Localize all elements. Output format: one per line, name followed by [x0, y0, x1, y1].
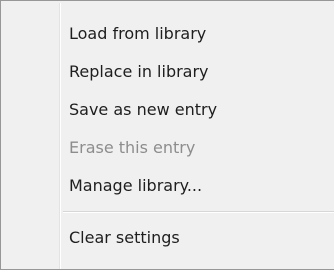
menu-item-label: Erase this entry — [69, 138, 196, 157]
menu-item-replace-in-library[interactable]: Replace in library — [3, 53, 334, 91]
menu-item-label: Replace in library — [69, 62, 209, 81]
menu-item-label: Load from library — [69, 24, 207, 43]
menu-item-erase-this-entry: Erase this entry — [3, 129, 334, 167]
menu-item-label: Clear settings — [69, 228, 180, 247]
menu-item-label: Manage library... — [69, 176, 203, 195]
menu-item-label: Save as new entry — [69, 100, 218, 119]
menu-item-save-as-new-entry[interactable]: Save as new entry — [3, 91, 334, 129]
menu-item-clear-settings[interactable]: Clear settings — [3, 219, 334, 257]
context-menu: Load from library Replace in library Sav… — [0, 0, 334, 270]
menu-separator — [63, 211, 334, 213]
menu-item-load-from-library[interactable]: Load from library — [3, 15, 334, 53]
menu-item-manage-library[interactable]: Manage library... — [3, 167, 334, 205]
context-menu-body: Load from library Replace in library Sav… — [3, 3, 334, 269]
